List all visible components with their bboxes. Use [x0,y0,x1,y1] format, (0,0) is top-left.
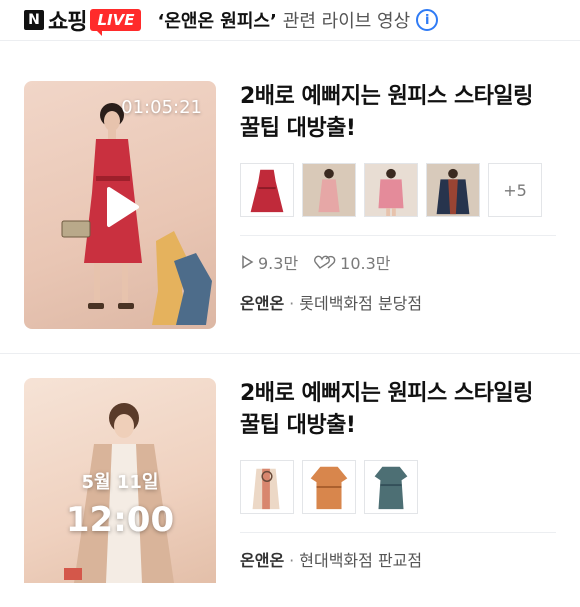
red-dress-image [241,164,293,216]
product-thumbnail[interactable] [302,163,356,217]
broadcast-date: 5월 11일 [81,472,159,493]
seller-name[interactable]: 온앤온 [240,551,284,570]
seller-branch: 롯데백화점 분당점 [299,294,423,313]
info-icon[interactable]: i [416,9,439,31]
naver-n-logo: N [24,10,44,30]
product-thumbnail[interactable] [426,163,480,217]
product-thumbnail[interactable] [364,460,418,514]
double-heart-icon [314,255,336,269]
more-count: +5 [503,180,527,200]
live-card[interactable]: 01:05:21 2배로 예뻐지는 원피스 스타일링 꿀팁 대방출! +5 9.… [0,41,580,354]
shopping-logo-text: 쇼핑 [48,10,87,35]
video-thumbnail[interactable]: 5월 11일 12:00 [24,378,216,583]
views-stat: 9.3만 [240,250,298,274]
play-outline-icon [242,255,254,269]
views-count: 9.3만 [258,254,299,273]
likes-count: 10.3만 [340,254,391,273]
divider [240,235,556,236]
stats: 9.3만 10.3만 [240,250,556,274]
live-title[interactable]: 2배로 예뻐지는 원피스 스타일링 꿀팁 대방출! [240,81,556,145]
seller-info: 온앤온 · 롯데백화점 분당점 [240,290,556,314]
header-suffix: 관련 라이브 영상 [282,11,411,32]
product-thumbnail[interactable] [240,460,294,514]
card-info: 2배로 예뻐지는 원피스 스타일링 꿀팁 대방출! [240,81,556,329]
separator-dot: · [289,551,295,570]
model-pink-jacket-image [365,164,417,216]
search-query-title: ‘온앤온 원피스’ [157,11,277,32]
likes-stat: 10.3만 [314,250,391,274]
product-thumbnails [240,460,556,514]
product-thumbnails: +5 [240,163,556,217]
product-thumbnail[interactable] [302,460,356,514]
card-info: 2배로 예뻐지는 원피스 스타일링 꿀팁 대방출! [240,378,556,583]
product-thumbnail[interactable] [240,163,294,217]
broadcast-time: 12:00 [65,500,175,540]
model-navy-coat-image [427,164,479,216]
more-products-button[interactable]: +5 [488,163,542,217]
seller-info: 온앤온 · 현대백화점 판교점 [240,547,556,571]
live-badge: LIVE [90,9,142,36]
live-card[interactable]: 5월 11일 12:00 2배로 예뻐지는 원피스 스타일링 꿀팁 대방출! 온… [0,354,580,607]
seller-branch: 현대백화점 판교점 [299,551,423,570]
beige-skirt-image [241,461,293,513]
play-icon[interactable] [99,185,143,229]
separator-dot: · [289,294,295,313]
seller-name[interactable]: 온앤온 [240,294,284,313]
live-timer: 01:05:21 [121,97,202,118]
header: N 쇼핑 LIVE ‘온앤온 원피스’ 관련 라이브 영상 i [0,0,580,41]
video-thumbnail[interactable]: 01:05:21 [24,81,216,329]
teal-dress-image [365,461,417,513]
live-title[interactable]: 2배로 예뻐지는 원피스 스타일링 꿀팁 대방출! [240,378,556,442]
product-thumbnail[interactable] [364,163,418,217]
model-pink-dress-image [303,164,355,216]
orange-dress-image [303,461,355,513]
broadcast-schedule: 5월 11일 12:00 [24,468,216,540]
divider [240,532,556,533]
